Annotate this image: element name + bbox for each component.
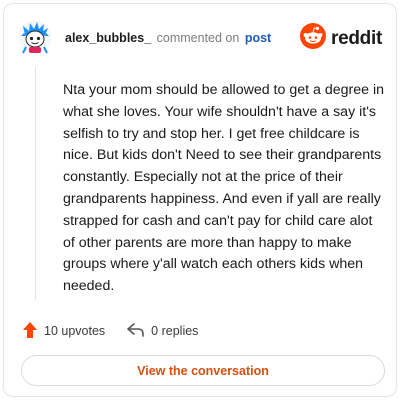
upvote-arrow-icon bbox=[22, 321, 38, 342]
reddit-snoo-icon bbox=[300, 23, 327, 54]
view-conversation-button[interactable]: View the conversation bbox=[21, 355, 385, 386]
user-avatar[interactable] bbox=[18, 20, 52, 54]
comment-body: Nta your mom should be allowed to get a … bbox=[63, 82, 384, 295]
username[interactable]: alex_bubbles_ bbox=[65, 31, 151, 45]
reddit-logo[interactable]: reddit bbox=[300, 23, 382, 54]
action-text: commented on bbox=[156, 31, 240, 45]
comment-card: alex_bubbles_ commented on post reddit N… bbox=[3, 3, 397, 397]
replies-button[interactable]: 0 replies bbox=[127, 322, 199, 340]
upvote-count: 10 upvotes bbox=[44, 324, 106, 338]
reply-count: 0 replies bbox=[151, 324, 199, 338]
reddit-wordmark: reddit bbox=[331, 27, 382, 49]
reply-arrow-icon bbox=[127, 322, 145, 340]
thread-line bbox=[35, 67, 36, 300]
comment-meta: alex_bubbles_ commented on post bbox=[65, 31, 271, 45]
comment-header: alex_bubbles_ commented on post reddit bbox=[18, 18, 382, 58]
post-link[interactable]: post bbox=[245, 31, 271, 45]
comment-actions: 10 upvotes 0 replies bbox=[22, 321, 198, 341]
upvote-button[interactable]: 10 upvotes bbox=[22, 321, 105, 342]
